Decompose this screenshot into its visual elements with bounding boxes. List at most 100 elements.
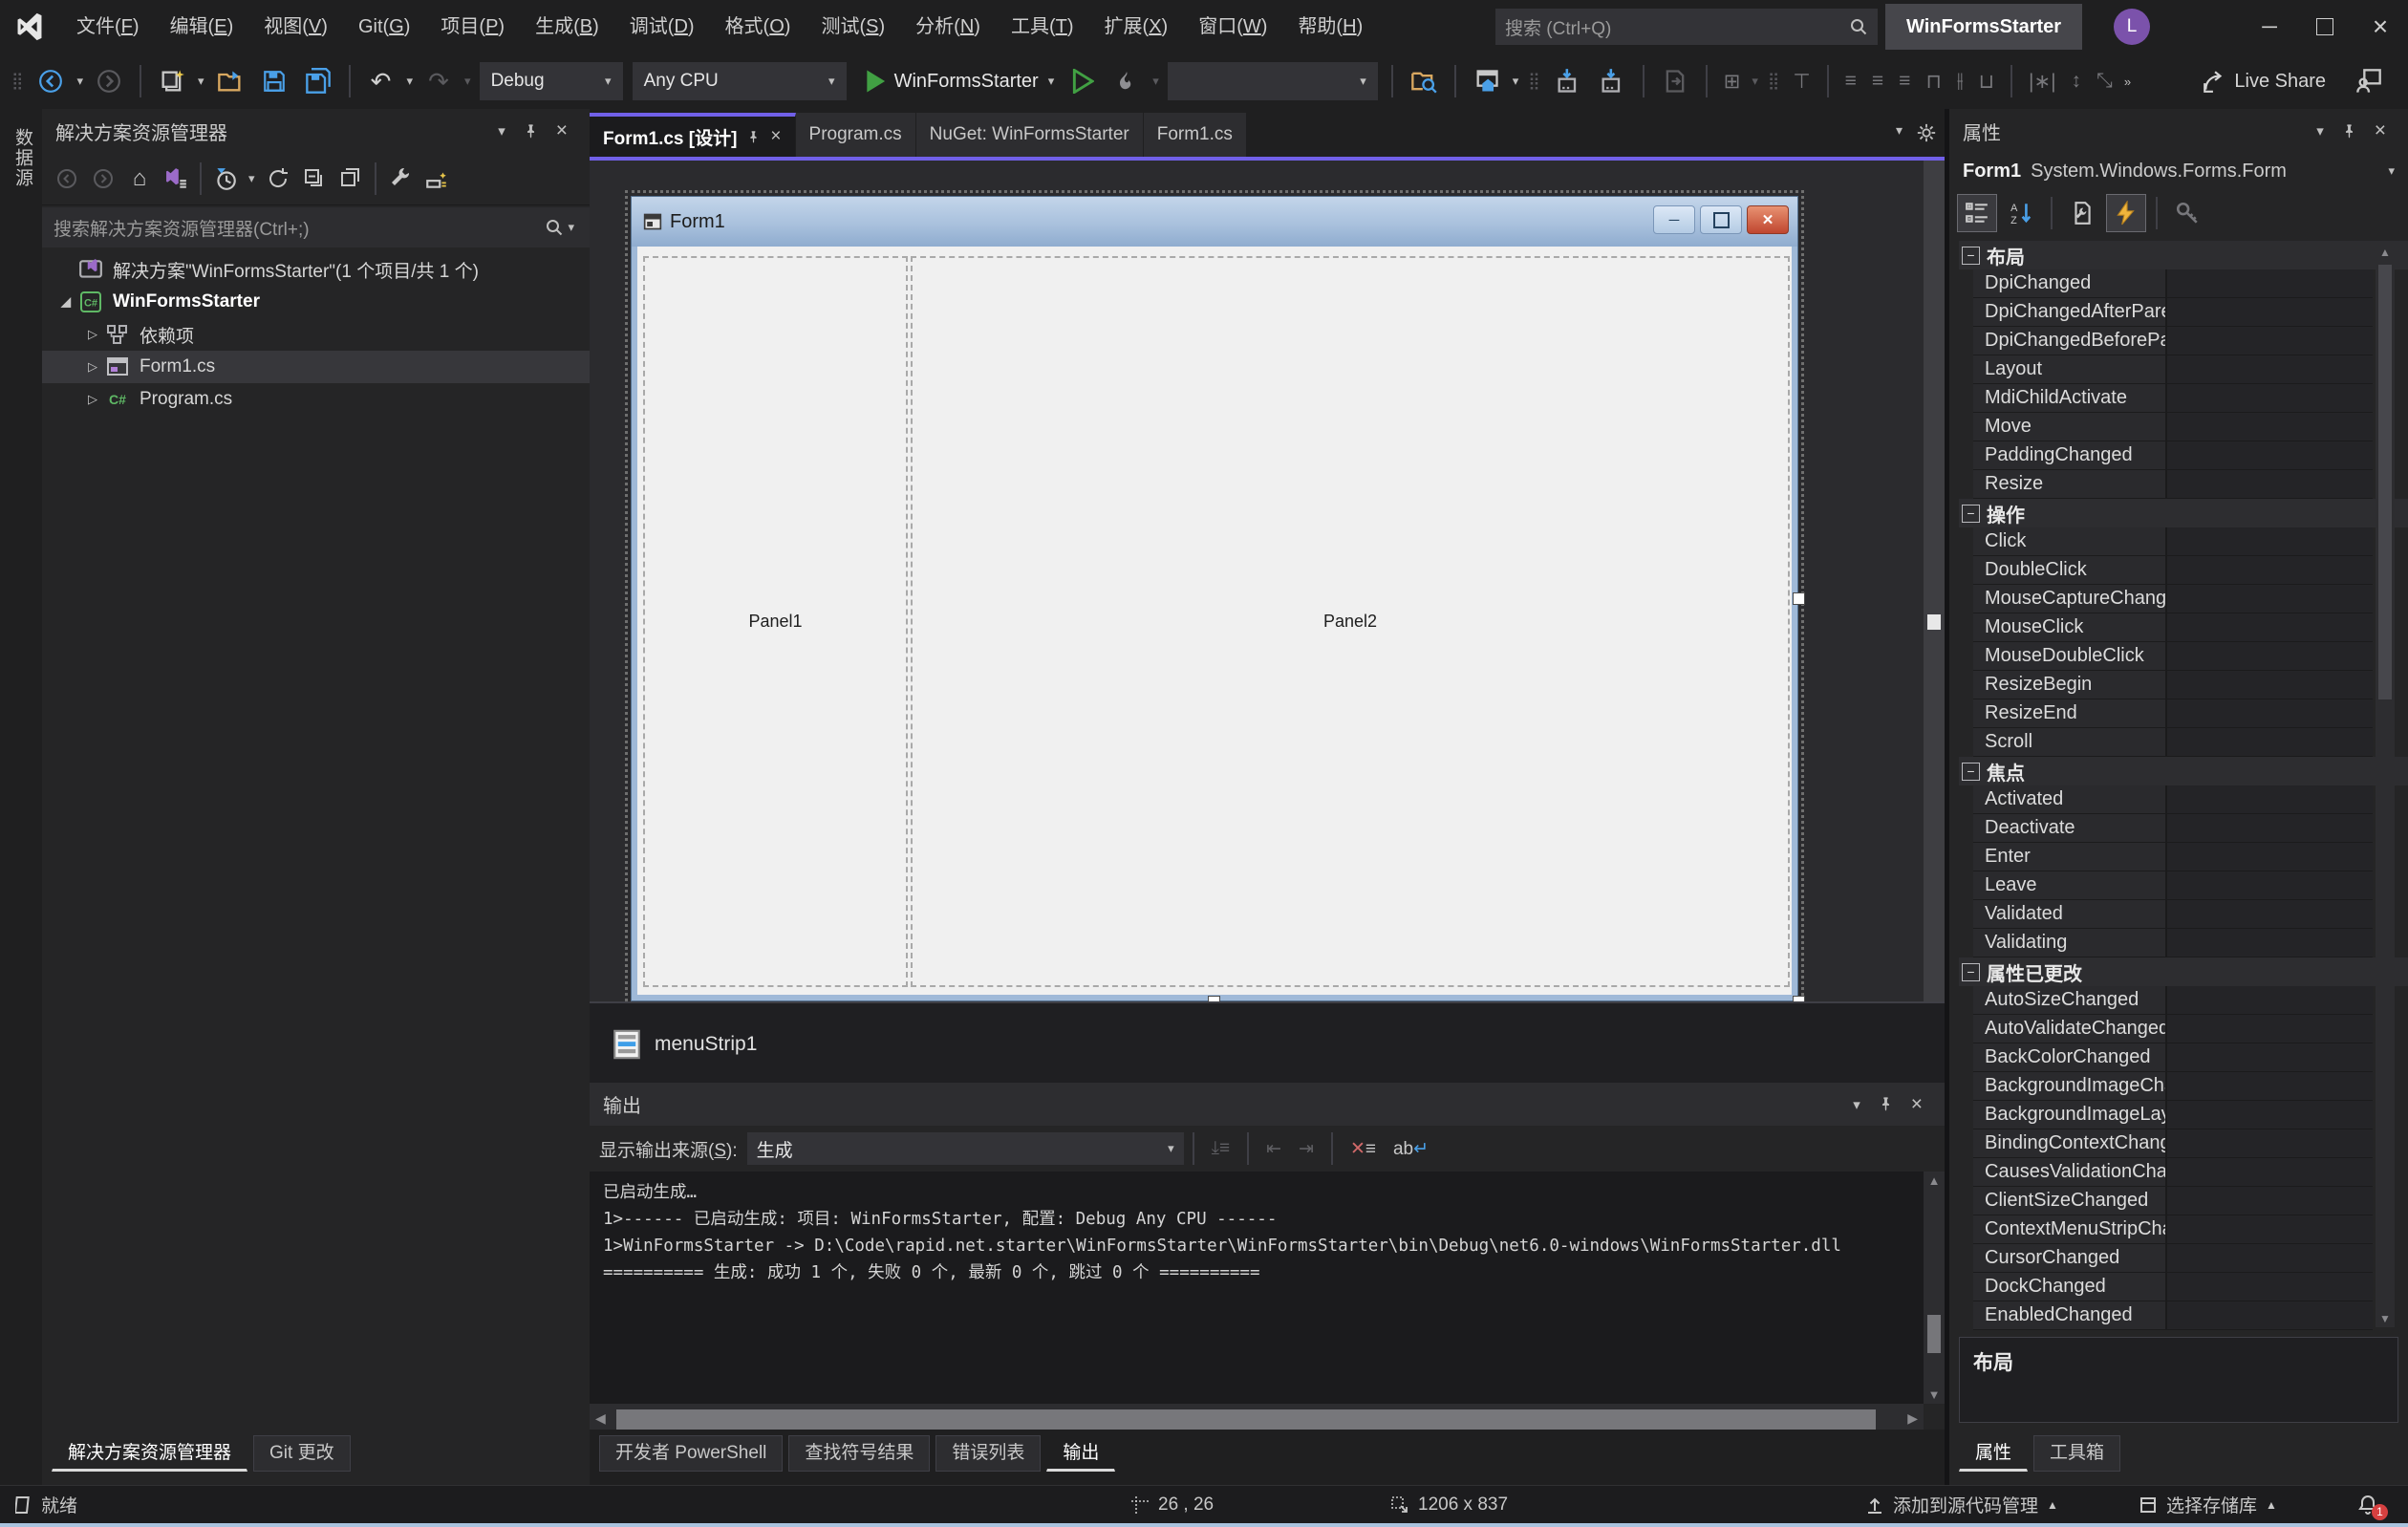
form-minimize-button[interactable]: ─ bbox=[1653, 205, 1695, 234]
document-list-dropdown[interactable]: ▾ bbox=[1896, 122, 1903, 143]
event-value[interactable] bbox=[2167, 1187, 2373, 1215]
align-bottoms-icon[interactable]: ⊔ bbox=[1971, 70, 2002, 94]
form-maximize-button[interactable] bbox=[1700, 205, 1742, 234]
event-value[interactable] bbox=[2167, 298, 2373, 327]
event-row[interactable]: MouseDoubleClick bbox=[1973, 642, 2408, 671]
event-value[interactable] bbox=[2167, 441, 2373, 470]
event-row[interactable]: Activated bbox=[1973, 785, 2408, 814]
properties-scrollbar[interactable]: ▲ ▼ bbox=[2376, 244, 2395, 1327]
event-row[interactable]: AutoSizeChanged bbox=[1973, 986, 2408, 1015]
event-name[interactable]: Validating bbox=[1973, 929, 2167, 957]
quick-search-box[interactable]: 搜索 (Ctrl+Q) bbox=[1495, 9, 1878, 45]
event-name[interactable]: BindingContextChanged bbox=[1973, 1129, 2167, 1158]
event-row[interactable]: ClientSizeChanged bbox=[1973, 1187, 2408, 1215]
event-name[interactable]: DoubleClick bbox=[1973, 556, 2167, 585]
output-header[interactable]: 输出 ▾ × bbox=[590, 1083, 1945, 1126]
refresh-icon[interactable] bbox=[261, 161, 295, 196]
event-row[interactable]: PaddingChanged bbox=[1973, 441, 2408, 470]
hot-reload-button[interactable] bbox=[1105, 60, 1149, 102]
solution-explorer-home-dropdown[interactable]: ▾ bbox=[1509, 74, 1523, 89]
menu-item[interactable]: 项目(P) bbox=[425, 0, 520, 54]
tree-item[interactable]: 解决方案"WinFormsStarter"(1 个项目/共 1 个) bbox=[42, 253, 590, 286]
document-tab[interactable]: NuGet: WinFormsStarter × bbox=[916, 113, 1144, 157]
event-row[interactable]: Validated bbox=[1973, 900, 2408, 929]
close-icon[interactable]: × bbox=[2366, 119, 2395, 142]
undo-dropdown[interactable]: ▾ bbox=[403, 74, 418, 89]
same-width-icon[interactable]: |∗| bbox=[2021, 70, 2064, 94]
pin-icon[interactable] bbox=[2333, 123, 2366, 140]
chevron-down-icon[interactable]: ▾ bbox=[1844, 1096, 1869, 1113]
panel-tab[interactable]: 解决方案资源管理器 bbox=[52, 1435, 247, 1472]
event-name[interactable]: ResizeEnd bbox=[1973, 699, 2167, 728]
menu-item[interactable]: 文件(F) bbox=[61, 0, 155, 54]
event-row[interactable]: CursorChanged bbox=[1973, 1244, 2408, 1273]
event-value[interactable] bbox=[2167, 671, 2373, 699]
chevron-down-icon[interactable]: ▾ bbox=[2308, 122, 2333, 140]
toolbar-grip-2[interactable]: ⣿ bbox=[1528, 72, 1539, 91]
event-name[interactable]: MdiChildActivate bbox=[1973, 384, 2167, 413]
menu-item[interactable]: Git(G) bbox=[343, 0, 425, 54]
menu-item[interactable]: 格式(O) bbox=[710, 0, 806, 54]
start-debugging-button[interactable]: WinFormsStarter ▾ bbox=[861, 60, 1062, 102]
event-name[interactable]: CausesValidationChanged bbox=[1973, 1158, 2167, 1187]
event-value[interactable] bbox=[2167, 929, 2373, 957]
event-name[interactable]: Leave bbox=[1973, 871, 2167, 900]
word-wrap-icon[interactable]: ab↵ bbox=[1385, 1138, 1437, 1160]
switch-views-icon[interactable] bbox=[159, 161, 193, 196]
event-value[interactable] bbox=[2167, 871, 2373, 900]
save-all-button[interactable] bbox=[296, 60, 340, 102]
event-name[interactable]: MouseCaptureChanged bbox=[1973, 585, 2167, 613]
event-value[interactable] bbox=[2167, 699, 2373, 728]
output-source-combo[interactable]: 生成 ▾ bbox=[747, 1132, 1184, 1165]
event-row[interactable]: DoubleClick bbox=[1973, 556, 2408, 585]
event-value[interactable] bbox=[2167, 1043, 2373, 1072]
collapse-icon[interactable]: − bbox=[1962, 247, 1980, 265]
event-row[interactable]: Click bbox=[1973, 527, 2408, 556]
feedback-icon[interactable] bbox=[2347, 60, 2391, 102]
maximize-button[interactable] bbox=[2297, 0, 2353, 54]
collapse-icon[interactable]: − bbox=[1962, 763, 1980, 781]
event-name[interactable]: Validated bbox=[1973, 900, 2167, 929]
event-value[interactable] bbox=[2167, 413, 2373, 441]
redo-button[interactable]: ↷ bbox=[417, 60, 461, 102]
event-row[interactable]: AutoValidateChanged bbox=[1973, 1015, 2408, 1043]
event-name[interactable]: Activated bbox=[1973, 785, 2167, 814]
find-in-files-button[interactable] bbox=[1402, 60, 1446, 102]
event-value[interactable] bbox=[2167, 1072, 2373, 1101]
event-row[interactable]: BackgroundImageChanged bbox=[1973, 1072, 2408, 1101]
alphabetical-button[interactable]: AZ bbox=[2001, 194, 2041, 232]
collapse-icon[interactable]: − bbox=[1962, 963, 1980, 981]
resize-grip-right[interactable] bbox=[1793, 592, 1805, 605]
solution-explorer-home-button[interactable] bbox=[1465, 60, 1509, 102]
notifications-bell[interactable]: 1 bbox=[2356, 1486, 2379, 1523]
document-tab[interactable]: Form1.cs [设计] × bbox=[590, 113, 796, 157]
event-row[interactable]: Resize bbox=[1973, 470, 2408, 499]
scroll-up-arrow[interactable]: ▲ bbox=[2376, 246, 2395, 259]
event-name[interactable]: MouseDoubleClick bbox=[1973, 642, 2167, 671]
event-row[interactable]: BackColorChanged bbox=[1973, 1043, 2408, 1072]
undo-button[interactable]: ↶ bbox=[359, 60, 403, 102]
event-value[interactable] bbox=[2167, 556, 2373, 585]
event-name[interactable]: AutoSizeChanged bbox=[1973, 986, 2167, 1015]
event-row[interactable]: DockChanged bbox=[1973, 1273, 2408, 1301]
menu-item[interactable]: 工具(T) bbox=[996, 0, 1089, 54]
search-icon[interactable] bbox=[545, 218, 564, 237]
forward-icon[interactable] bbox=[86, 161, 120, 196]
properties-header[interactable]: 属性 ▾ × bbox=[1949, 109, 2408, 153]
live-share-button[interactable]: Live Share bbox=[2202, 69, 2326, 94]
panel-tab[interactable]: Git 更改 bbox=[253, 1435, 351, 1472]
event-name[interactable]: DpiChangedAfterParent bbox=[1973, 298, 2167, 327]
event-row[interactable]: MouseCaptureChanged bbox=[1973, 585, 2408, 613]
event-name[interactable]: Move bbox=[1973, 413, 2167, 441]
menu-item[interactable]: 窗口(W) bbox=[1183, 0, 1282, 54]
event-value[interactable] bbox=[2167, 785, 2373, 814]
home-icon[interactable]: ⌂ bbox=[122, 161, 157, 196]
search-icon[interactable] bbox=[1849, 17, 1868, 36]
tree-expander-icon[interactable]: ▷ bbox=[82, 392, 103, 407]
solution-configuration-combo[interactable]: Debug▾ bbox=[480, 62, 623, 100]
scrollbar-thumb[interactable] bbox=[616, 1409, 1876, 1430]
tool-window-tab[interactable]: 查找符号结果 bbox=[788, 1435, 930, 1472]
scroll-down-arrow[interactable]: ▼ bbox=[1924, 1387, 1945, 1402]
event-row[interactable]: BackgroundImageLayoutChanged bbox=[1973, 1101, 2408, 1129]
build-project-button[interactable] bbox=[1590, 60, 1634, 102]
